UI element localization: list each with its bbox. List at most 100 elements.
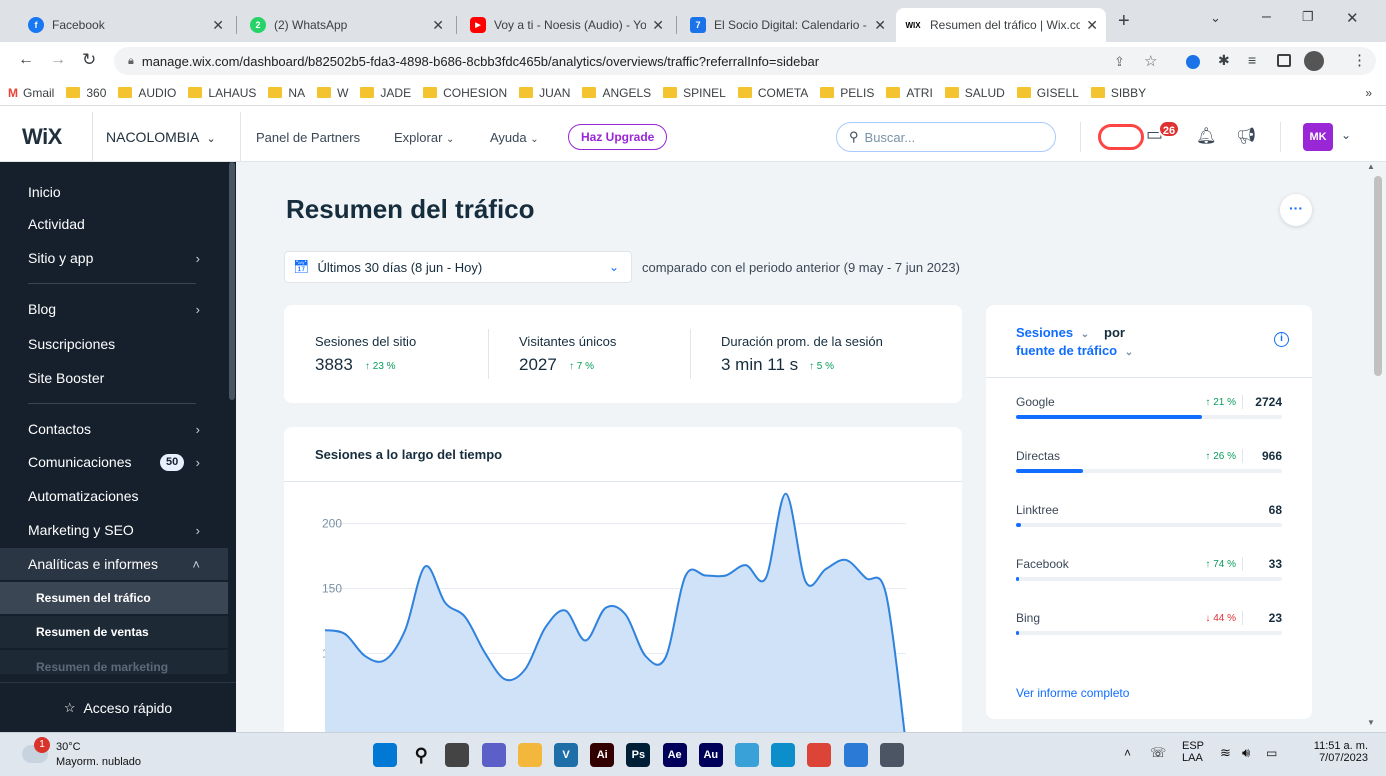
app-logo-icon[interactable] bbox=[1098, 124, 1144, 150]
site-selector[interactable]: NACOLOMBIA ⌄ bbox=[106, 129, 216, 145]
restore-button[interactable]: ❐ bbox=[1302, 9, 1314, 25]
data-point[interactable] bbox=[339, 628, 351, 640]
megaphone-icon[interactable]: 📢︎ bbox=[1236, 126, 1256, 146]
sidebar-scrollbar[interactable] bbox=[229, 162, 235, 400]
url-text[interactable]: manage.wix.com/dashboard/b82502b5-fda3-4… bbox=[142, 54, 902, 69]
bookmark-folder[interactable]: SPINEL bbox=[663, 86, 726, 100]
bookmark-folder[interactable]: ANGELS bbox=[582, 86, 651, 100]
data-point[interactable] bbox=[700, 570, 712, 582]
data-point[interactable] bbox=[620, 609, 632, 621]
more-bookmarks-button[interactable]: » bbox=[1365, 86, 1372, 100]
sidebar-sub-marketing[interactable]: Resumen de marketing bbox=[0, 650, 228, 674]
teams-icon[interactable] bbox=[481, 743, 506, 767]
window-close-button[interactable]: ✕ bbox=[1346, 9, 1359, 27]
sidebar-item-automatizaciones[interactable]: Automatizaciones bbox=[0, 480, 228, 512]
vegas-icon[interactable]: V bbox=[554, 743, 578, 767]
data-point[interactable] bbox=[579, 634, 591, 646]
illustrator-icon[interactable]: Ai bbox=[590, 743, 615, 767]
browser-menu-icon[interactable]: ⋮ bbox=[1352, 51, 1367, 69]
after-effects-icon[interactable]: Ae bbox=[662, 743, 687, 767]
tab-calendar[interactable]: 7 El Socio Digital: Calendario - ✕ bbox=[682, 8, 894, 42]
language-indicator[interactable]: ESP LAA bbox=[1182, 740, 1204, 764]
bookmark-folder[interactable]: COMETA bbox=[737, 86, 808, 100]
full-report-link[interactable]: Ver informe completo bbox=[1016, 686, 1129, 700]
bookmark-folder[interactable]: ATRI bbox=[886, 86, 933, 100]
data-point[interactable] bbox=[539, 621, 551, 633]
page-scrollbar[interactable]: ▲ ▼ bbox=[1362, 162, 1386, 732]
avatar[interactable]: MK bbox=[1303, 123, 1333, 151]
sidebar-item-contactos[interactable]: Contactos › bbox=[0, 413, 228, 445]
data-point[interactable] bbox=[419, 560, 431, 572]
data-point[interactable] bbox=[820, 563, 832, 575]
more-actions-button[interactable]: ··· bbox=[1280, 194, 1312, 226]
reading-list-icon[interactable]: ≡ bbox=[1248, 52, 1256, 68]
clock[interactable]: 11:51 a. m. 7/07/2023 bbox=[1304, 740, 1368, 764]
bookmark-folder[interactable]: NA bbox=[268, 86, 305, 100]
search-input[interactable]: ⚲ Buscar... bbox=[836, 122, 1056, 152]
bookmark-folder[interactable]: W bbox=[317, 86, 348, 100]
sidebar-item-inicio[interactable]: Inicio bbox=[0, 176, 228, 208]
info-icon[interactable]: i bbox=[1274, 332, 1289, 347]
bookmark-folder[interactable]: COHESION bbox=[423, 86, 507, 100]
tab-facebook[interactable]: f Facebook ✕ bbox=[20, 8, 232, 42]
chrome-icon[interactable] bbox=[807, 743, 832, 767]
photoshop-icon[interactable]: Ps bbox=[626, 743, 651, 767]
back-icon[interactable]: ← bbox=[18, 51, 34, 69]
tab-search-icon[interactable]: ⌄ bbox=[1210, 10, 1221, 26]
data-point[interactable] bbox=[660, 651, 672, 663]
sidebar-item-actividad[interactable]: Actividad bbox=[0, 208, 228, 240]
data-point[interactable] bbox=[840, 554, 852, 566]
task-view-icon[interactable] bbox=[445, 743, 470, 767]
bookmark-folder[interactable]: SALUD bbox=[944, 86, 1005, 100]
wix-logo[interactable]: WiX bbox=[22, 124, 62, 150]
data-point[interactable] bbox=[319, 624, 331, 636]
audition-icon[interactable]: Au bbox=[698, 743, 723, 767]
share-icon[interactable]: ⇪ bbox=[1114, 54, 1125, 70]
sidebar-item-site-booster[interactable]: Site Booster bbox=[0, 362, 228, 394]
sidebar-item-marketing[interactable]: Marketing y SEO › bbox=[0, 514, 228, 546]
data-point[interactable] bbox=[499, 673, 511, 685]
data-point[interactable] bbox=[800, 576, 812, 588]
new-tab-button[interactable]: + bbox=[1118, 10, 1130, 33]
data-point[interactable] bbox=[720, 570, 732, 582]
sidebar-item-analiticas[interactable]: Analíticas e informes ˄ bbox=[0, 548, 228, 580]
sidebar-sub-trafico[interactable]: Resumen del tráfico bbox=[0, 582, 228, 614]
data-point[interactable] bbox=[599, 602, 611, 614]
nav-ayuda[interactable]: Ayuda ⌄ bbox=[490, 130, 539, 145]
tab-youtube[interactable]: ▶ Voy a ti - Noesis (Audio) - Yo ✕ bbox=[462, 8, 672, 42]
calculator-icon[interactable] bbox=[879, 743, 904, 767]
data-point[interactable] bbox=[519, 663, 531, 675]
sidebar-sub-ventas[interactable]: Resumen de ventas bbox=[0, 616, 228, 648]
battery-icon[interactable]: ▭ bbox=[1266, 746, 1277, 760]
nav-partners[interactable]: Panel de Partners bbox=[256, 130, 360, 145]
data-point[interactable] bbox=[760, 572, 772, 584]
sidebar-item-sitio[interactable]: Sitio y app › bbox=[0, 242, 228, 274]
nav-explorar[interactable]: Explorar ⌄ bbox=[394, 130, 454, 145]
sidebar-item-blog[interactable]: Blog › bbox=[0, 293, 228, 325]
tab-wix[interactable]: WIX Resumen del tráfico | Wix.co ✕ bbox=[896, 8, 1106, 42]
data-point[interactable] bbox=[379, 654, 391, 666]
side-panel-icon[interactable] bbox=[1277, 54, 1291, 67]
data-point[interactable] bbox=[359, 650, 371, 662]
tab-whatsapp[interactable]: 2 (2) WhatsApp ✕ bbox=[242, 8, 452, 42]
bookmark-folder[interactable]: GISELL bbox=[1016, 86, 1079, 100]
sidebar-item-suscripciones[interactable]: Suscripciones bbox=[0, 328, 228, 360]
date-range-select[interactable]: 📅︎ Últimos 30 días (8 jun - Hoy) ⌄ bbox=[284, 251, 632, 283]
data-point[interactable] bbox=[880, 588, 892, 600]
bell-icon[interactable]: 🔔︎ bbox=[1196, 126, 1216, 146]
upgrade-button[interactable]: Haz Upgrade bbox=[568, 124, 668, 150]
data-point[interactable] bbox=[439, 597, 451, 609]
bookmark-star-icon[interactable]: ☆ bbox=[1144, 52, 1157, 70]
bookmark-folder[interactable]: JUAN bbox=[519, 86, 570, 100]
data-point[interactable] bbox=[740, 559, 752, 571]
minimize-button[interactable]: – bbox=[1262, 8, 1271, 26]
wifi-icon[interactable]: ≋ bbox=[1220, 745, 1231, 761]
close-icon[interactable]: ✕ bbox=[1086, 17, 1098, 34]
metric-dropdown[interactable]: Sesiones ⌄ bbox=[1016, 325, 1089, 340]
chevron-down-icon[interactable]: ⌄ bbox=[1341, 128, 1351, 142]
close-icon[interactable]: ✕ bbox=[212, 17, 224, 34]
data-point[interactable] bbox=[459, 611, 471, 623]
reload-icon[interactable]: ↻ bbox=[82, 50, 96, 70]
data-point[interactable] bbox=[559, 605, 571, 617]
windows-start-icon[interactable] bbox=[373, 743, 397, 767]
